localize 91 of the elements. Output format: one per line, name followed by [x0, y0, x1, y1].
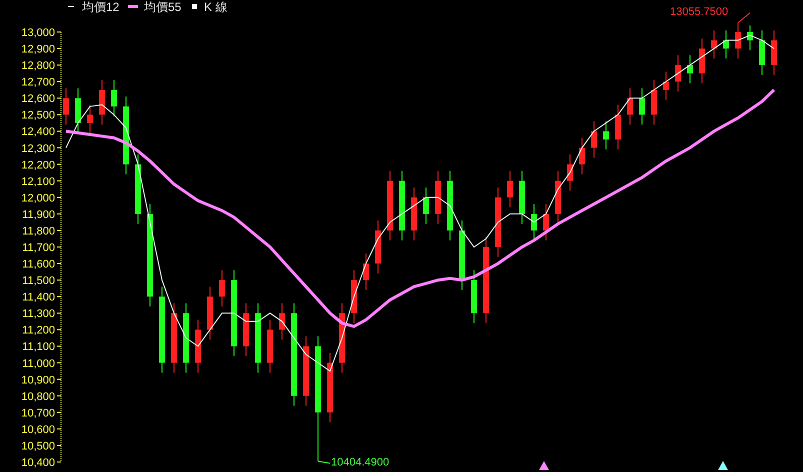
candlestick [627, 88, 633, 126]
candlestick [111, 79, 117, 117]
candlestick [579, 137, 585, 175]
candlestick [519, 170, 525, 224]
candlestick [711, 30, 717, 59]
y-tick-label: 12,700 [21, 76, 55, 89]
candlestick [687, 54, 693, 84]
candlestick [435, 170, 441, 224]
marker-icon [718, 461, 728, 470]
candlestick [663, 71, 669, 100]
candlestick [99, 79, 105, 126]
y-tick-label: 11,300 [22, 308, 55, 320]
candlestick [327, 352, 333, 423]
y-tick-label: 12,000 [21, 192, 55, 204]
y-tick-label: 10,900 [21, 374, 55, 386]
candlestick [747, 24, 753, 51]
candlestick [195, 319, 201, 374]
candlestick [603, 120, 609, 150]
y-tick-label: 12,200 [21, 159, 55, 172]
candlestick [135, 154, 141, 224]
candlestick [735, 22, 741, 59]
y-tick-label: 12,500 [21, 110, 55, 122]
candlestick [411, 186, 417, 241]
y-tick-label: 10,500 [21, 440, 55, 452]
legend-swatch [128, 5, 138, 8]
candlestick [375, 220, 381, 274]
legend-label: 均價12 [82, 0, 120, 14]
annotation-label: 10404.4900 [331, 456, 390, 468]
y-tick-label: 11,700 [22, 242, 55, 254]
y-tick-label: 11,400 [22, 292, 55, 304]
candlestick [279, 302, 285, 340]
y-tick-label: 10,400 [21, 457, 55, 469]
y-tick-label: 12,800 [21, 60, 55, 72]
y-tick-label: 10,700 [21, 407, 55, 420]
candlestick [699, 38, 705, 84]
candlestick [555, 170, 561, 224]
candlestick [675, 54, 681, 92]
candlestick [303, 336, 309, 406]
annotation-label: 13055.7500 [670, 6, 728, 18]
candlestick [543, 204, 549, 241]
candlestick [615, 104, 621, 150]
candlestick [399, 170, 405, 241]
y-tick-label: 13,000 [21, 27, 55, 39]
candlestick [495, 186, 501, 258]
candlestick [171, 302, 177, 374]
candlestick [447, 170, 453, 241]
y-tick-label: 12,900 [21, 44, 55, 56]
candlestick [63, 88, 69, 126]
candlestick [351, 270, 357, 324]
candlestick [759, 30, 765, 76]
candlestick [567, 154, 573, 192]
y-tick-label: 11,800 [22, 225, 55, 238]
candlestick [243, 302, 249, 357]
candlestick [639, 88, 645, 126]
legend-label: K 線 [204, 0, 228, 14]
leader-line [318, 460, 330, 464]
candlestick [531, 204, 537, 241]
y-tick-label: 11,500 [22, 275, 55, 288]
candlestick [651, 79, 657, 126]
candlestick [267, 319, 273, 374]
candlestick [471, 270, 477, 324]
candlestick [423, 186, 429, 224]
candlestick [507, 170, 513, 208]
candlestick [723, 30, 729, 59]
candlestick [459, 220, 465, 290]
y-tick-label: 12,600 [21, 93, 55, 106]
candlestick [87, 104, 93, 134]
y-tick-label: 12,400 [21, 126, 55, 138]
legend-label: 均價55 [144, 0, 182, 14]
candlestick [255, 302, 261, 374]
y-tick-label: 11,600 [22, 258, 55, 271]
leader-line [738, 12, 750, 24]
candlestick [207, 286, 213, 340]
candlestick [219, 270, 225, 308]
candlestick [771, 30, 777, 76]
y-tick-label: 11,000 [22, 358, 55, 370]
y-tick-label: 11,200 [22, 324, 55, 337]
y-tick-label: 10,600 [21, 424, 55, 436]
candlestick [591, 120, 597, 158]
y-tick-label: 11,900 [22, 208, 55, 221]
y-tick-label: 12,100 [21, 176, 55, 188]
candlestick [363, 253, 369, 290]
y-tick-label: 11,100 [22, 341, 55, 354]
y-tick-label: 12,300 [21, 142, 55, 155]
candlestick [387, 170, 393, 241]
candlestick [75, 88, 81, 134]
marker-icon [539, 461, 549, 470]
y-tick-label: 10,800 [21, 390, 55, 403]
candlestick [339, 302, 345, 374]
legend-swatch [192, 4, 197, 9]
candlestick [183, 302, 189, 374]
